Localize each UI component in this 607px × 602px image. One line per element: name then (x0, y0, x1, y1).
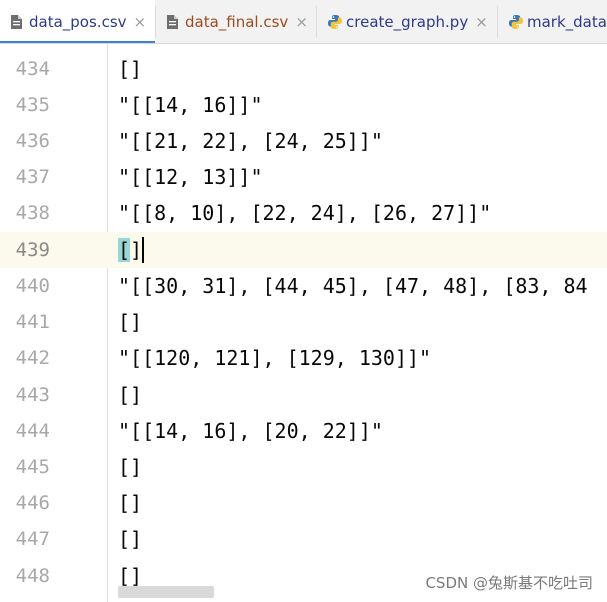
line-text: "[[30, 31], [44, 45], [47, 48], [83, 84 (118, 274, 588, 298)
line-number: 448 (15, 565, 50, 587)
tab-mark-data-py[interactable]: mark_data. (498, 0, 607, 43)
horizontal-scrollbar[interactable] (118, 586, 214, 598)
code-editor[interactable]: 434 [] 435 "[[14, 16]]" 436 "[[21, 22], … (0, 44, 607, 602)
code-line[interactable]: 435 "[[14, 16]]" (0, 87, 607, 123)
code-line[interactable]: 443 [] (0, 377, 607, 413)
python-file-icon (508, 14, 523, 30)
tab-label: data_pos.csv (29, 13, 127, 31)
line-text: [] (118, 455, 143, 479)
tab-create-graph-py[interactable]: create_graph.py × (317, 0, 497, 43)
code-line[interactable]: 436 "[[21, 22], [24, 25]]" (0, 123, 607, 159)
line-number: 440 (15, 275, 50, 297)
line-text: "[[120, 121], [129, 130]]" (118, 346, 432, 370)
line-text: "[[8, 10], [22, 24], [26, 27]]" (118, 201, 492, 225)
tab-label: mark_data. (527, 13, 607, 31)
line-text: "[[14, 16], [20, 22]]" (118, 419, 383, 443)
line-text: [] (118, 232, 145, 268)
line-text: "[[14, 16]]" (118, 93, 263, 117)
line-text: [] (118, 310, 143, 334)
line-number: 442 (15, 347, 50, 369)
line-number: 445 (15, 456, 50, 478)
code-line[interactable]: 434 [] (0, 51, 607, 87)
line-text: "[[21, 22], [24, 25]]" (118, 129, 383, 153)
tab-label: create_graph.py (346, 13, 469, 31)
line-text: [] (118, 491, 143, 515)
line-number: 435 (15, 94, 50, 116)
csv-file-icon (10, 14, 23, 30)
line-number: 434 (15, 58, 50, 80)
close-icon[interactable]: × (295, 13, 308, 31)
line-text: [] (118, 57, 143, 81)
line-number: 446 (15, 492, 50, 514)
line-number: 443 (15, 384, 50, 406)
code-line[interactable]: 441 [] (0, 304, 607, 340)
code-line[interactable]: 442 "[[120, 121], [129, 130]]" (0, 340, 607, 376)
line-number: 438 (15, 202, 50, 224)
code-line[interactable]: 447 [] (0, 521, 607, 557)
tab-data-pos-csv[interactable]: data_pos.csv × (0, 0, 155, 43)
line-number: 436 (15, 130, 50, 152)
code-line[interactable]: 445 [] (0, 449, 607, 485)
code-line[interactable]: 438 "[[8, 10], [22, 24], [26, 27]]" (0, 195, 607, 231)
editor-tab-bar: data_pos.csv × data_final.csv × create_g… (0, 0, 607, 44)
line-number: 447 (15, 528, 50, 550)
close-icon[interactable]: × (475, 13, 488, 31)
code-line[interactable]: 446 [] (0, 485, 607, 521)
tab-data-final-csv[interactable]: data_final.csv × (156, 0, 316, 43)
matched-bracket: [ (118, 238, 131, 262)
python-file-icon (327, 14, 342, 30)
line-number: 437 (15, 166, 50, 188)
line-text: [] (118, 383, 143, 407)
code-line-current[interactable]: 439 [] (0, 232, 607, 268)
text-caret (142, 236, 145, 263)
code-line[interactable]: 440 "[[30, 31], [44, 45], [47, 48], [83,… (0, 268, 607, 304)
line-number: 439 (15, 239, 50, 261)
line-text: [] (118, 527, 143, 551)
line-number: 441 (15, 311, 50, 333)
watermark: CSDN @兔斯基不吃吐司 (425, 574, 593, 592)
line-text: "[[12, 13]]" (118, 165, 263, 189)
matched-bracket: ] (130, 238, 143, 262)
tab-label: data_final.csv (185, 13, 289, 31)
code-line[interactable]: 444 "[[14, 16], [20, 22]]" (0, 413, 607, 449)
csv-file-icon (166, 14, 179, 30)
close-icon[interactable]: × (134, 13, 147, 31)
line-number: 444 (15, 420, 50, 442)
code-line[interactable]: 437 "[[12, 13]]" (0, 159, 607, 195)
